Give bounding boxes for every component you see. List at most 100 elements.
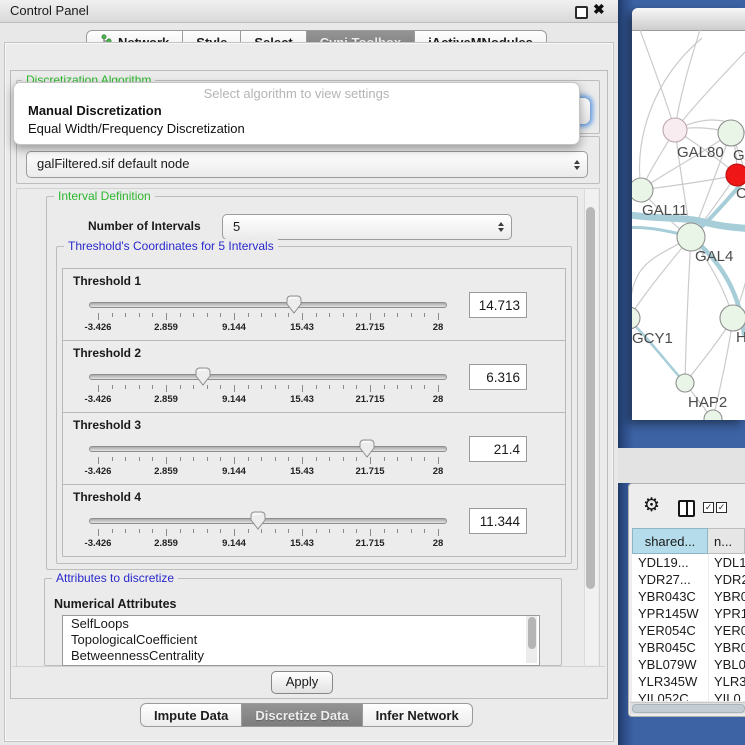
tab-label: Impute Data bbox=[154, 708, 228, 723]
threshold-value-field[interactable]: 6.316 bbox=[469, 364, 527, 390]
threshold-value-field[interactable]: 14.713 bbox=[469, 292, 527, 318]
slider-thumb[interactable] bbox=[359, 439, 375, 458]
table-cell-name[interactable]: YBR0 bbox=[709, 639, 745, 656]
combo-stepper-icon bbox=[574, 160, 580, 170]
table-cell-shared-name[interactable]: YBL079W bbox=[632, 656, 709, 673]
list-scrollbar-thumb[interactable] bbox=[528, 617, 536, 649]
table-row[interactable]: YDR27...YDR2 bbox=[632, 571, 745, 588]
columns-icon[interactable] bbox=[678, 500, 695, 517]
network-node[interactable] bbox=[632, 307, 640, 329]
table-row[interactable]: YBL079WYBL0 bbox=[632, 656, 745, 673]
attribute-list-item-topologicalcoefficient[interactable]: TopologicalCoefficient bbox=[63, 632, 539, 648]
network-node[interactable] bbox=[663, 118, 687, 142]
network-edge[interactable] bbox=[640, 30, 675, 130]
network-edge[interactable] bbox=[641, 133, 731, 190]
slider-tick bbox=[329, 529, 330, 533]
node-attribute-table[interactable]: shared... n... YDL19...YDL1YDR27...YDR2Y… bbox=[632, 528, 745, 701]
network-node[interactable] bbox=[720, 305, 745, 331]
subtab-infer-network[interactable]: Infer Network bbox=[363, 703, 473, 727]
table-cell-name[interactable]: YLR3 bbox=[709, 673, 745, 690]
slider-track[interactable] bbox=[89, 518, 447, 524]
attribute-list-item-selfloops[interactable]: SelfLoops bbox=[63, 616, 539, 632]
subtab-discretize-data[interactable]: Discretize Data bbox=[242, 703, 362, 727]
table-cell-shared-name[interactable]: YIL052C bbox=[632, 690, 709, 701]
table-cell-name[interactable]: YPR1 bbox=[709, 605, 745, 622]
subtab-impute-data[interactable]: Impute Data bbox=[140, 703, 242, 727]
table-row[interactable]: YIL052CYIL0 bbox=[632, 690, 745, 701]
network-edge[interactable] bbox=[632, 237, 691, 318]
threshold-slider[interactable]: -3.4262.8599.14415.4321.71528 bbox=[89, 509, 447, 553]
table-cell-name[interactable]: YIL0 bbox=[709, 690, 745, 701]
slider-tick bbox=[180, 385, 181, 389]
network-node[interactable] bbox=[677, 223, 705, 251]
slider-track[interactable] bbox=[89, 374, 447, 380]
table-header-shared-name[interactable]: shared... bbox=[632, 528, 708, 554]
network-edge[interactable] bbox=[675, 52, 745, 130]
float-window-icon[interactable] bbox=[575, 6, 588, 19]
table-row[interactable]: YBR045CYBR0 bbox=[632, 639, 745, 656]
table-cell-shared-name[interactable]: YER054C bbox=[632, 622, 709, 639]
table-cell-name[interactable]: YDL1 bbox=[709, 554, 745, 571]
table-horizontal-scrollbar-thumb[interactable] bbox=[632, 704, 745, 713]
table-cell-shared-name[interactable]: YDL19... bbox=[632, 554, 709, 571]
threshold-block-1: Threshold 1 -3.4262.8599.14415.4321.71528… bbox=[62, 268, 566, 341]
number-of-intervals-combobox[interactable]: 5 bbox=[222, 214, 512, 240]
numerical-attributes-list[interactable]: SelfLoopsTopologicalCoefficientBetweenne… bbox=[62, 615, 540, 666]
slider-tick bbox=[112, 313, 113, 317]
network-node[interactable] bbox=[632, 178, 653, 202]
table-cell-shared-name[interactable]: YBR045C bbox=[632, 639, 709, 656]
table-row[interactable]: YDL19...YDL1 bbox=[632, 554, 745, 571]
table-cell-name[interactable]: YER0 bbox=[709, 622, 745, 639]
network-canvas[interactable]: GAL80GACGAL11GAL4GCY1HHAP2 bbox=[632, 30, 745, 420]
dropdown-item-manual-discretization[interactable]: Manual Discretization bbox=[14, 102, 579, 120]
gear-icon[interactable]: ⚙ bbox=[643, 494, 660, 517]
table-data-combobox[interactable]: galFiltered.sif default node bbox=[26, 151, 588, 178]
network-node[interactable] bbox=[726, 164, 745, 186]
slider-thumb[interactable] bbox=[250, 511, 266, 530]
threshold-value-field[interactable]: 21.4 bbox=[469, 436, 527, 462]
threshold-label: Threshold 1 bbox=[73, 274, 141, 288]
table-header-name[interactable]: n... bbox=[708, 528, 745, 554]
slider-thumb[interactable] bbox=[195, 367, 211, 386]
table-cell-shared-name[interactable]: YLR345W bbox=[632, 673, 709, 690]
table-cell-name[interactable]: YBR0 bbox=[709, 588, 745, 605]
table-row[interactable]: YER054CYER0 bbox=[632, 622, 745, 639]
checkbox-icon[interactable]: ✓ bbox=[703, 502, 714, 513]
slider-tick bbox=[234, 529, 235, 536]
network-edge[interactable] bbox=[685, 237, 691, 383]
network-node[interactable] bbox=[676, 374, 694, 392]
slider-tick-label: 28 bbox=[416, 322, 460, 333]
threshold-slider[interactable]: -3.4262.8599.14415.4321.71528 bbox=[89, 365, 447, 409]
close-icon[interactable]: ✖ bbox=[593, 1, 605, 18]
network-window-titlebar[interactable] bbox=[632, 8, 745, 31]
network-node[interactable] bbox=[718, 120, 744, 146]
apply-button[interactable]: Apply bbox=[271, 671, 333, 694]
network-edge[interactable] bbox=[641, 175, 737, 190]
threshold-slider[interactable]: -3.4262.8599.14415.4321.71528 bbox=[89, 293, 447, 337]
table-cell-name[interactable]: YBL0 bbox=[709, 656, 745, 673]
table-cell-shared-name[interactable]: YDR27... bbox=[632, 571, 709, 588]
slider-tick bbox=[329, 313, 330, 317]
slider-thumb[interactable] bbox=[286, 295, 302, 314]
table-cell-shared-name[interactable]: YPR145W bbox=[632, 605, 709, 622]
slider-tick bbox=[288, 529, 289, 533]
attribute-list-item-betweennesscentrality[interactable]: BetweennessCentrality bbox=[63, 648, 539, 664]
slider-track[interactable] bbox=[89, 446, 447, 452]
network-node-label-gal11: GAL11 bbox=[642, 202, 688, 219]
network-edge[interactable] bbox=[632, 237, 691, 318]
dropdown-item-equal-width-frequency-discretization[interactable]: Equal Width/Frequency Discretization bbox=[14, 120, 579, 138]
table-cell-name[interactable]: YDR2 bbox=[709, 571, 745, 588]
table-cell-shared-name[interactable]: YBR043C bbox=[632, 588, 709, 605]
table-row[interactable]: YBR043CYBR0 bbox=[632, 588, 745, 605]
slider-tick bbox=[343, 457, 344, 461]
dropdown-placeholder-item[interactable]: Select algorithm to view settings bbox=[14, 83, 579, 102]
threshold-slider[interactable]: -3.4262.8599.14415.4321.71528 bbox=[89, 437, 447, 481]
network-edge[interactable] bbox=[640, 38, 702, 190]
threshold-value-field[interactable]: 11.344 bbox=[469, 508, 527, 534]
table-row[interactable]: YPR145WYPR1 bbox=[632, 605, 745, 622]
vertical-scrollbar-thumb[interactable] bbox=[586, 207, 595, 589]
checkbox-icon[interactable]: ✓ bbox=[716, 502, 727, 513]
network-edge-thick[interactable] bbox=[632, 316, 685, 383]
slider-track[interactable] bbox=[89, 302, 447, 308]
table-row[interactable]: YLR345WYLR3 bbox=[632, 673, 745, 690]
